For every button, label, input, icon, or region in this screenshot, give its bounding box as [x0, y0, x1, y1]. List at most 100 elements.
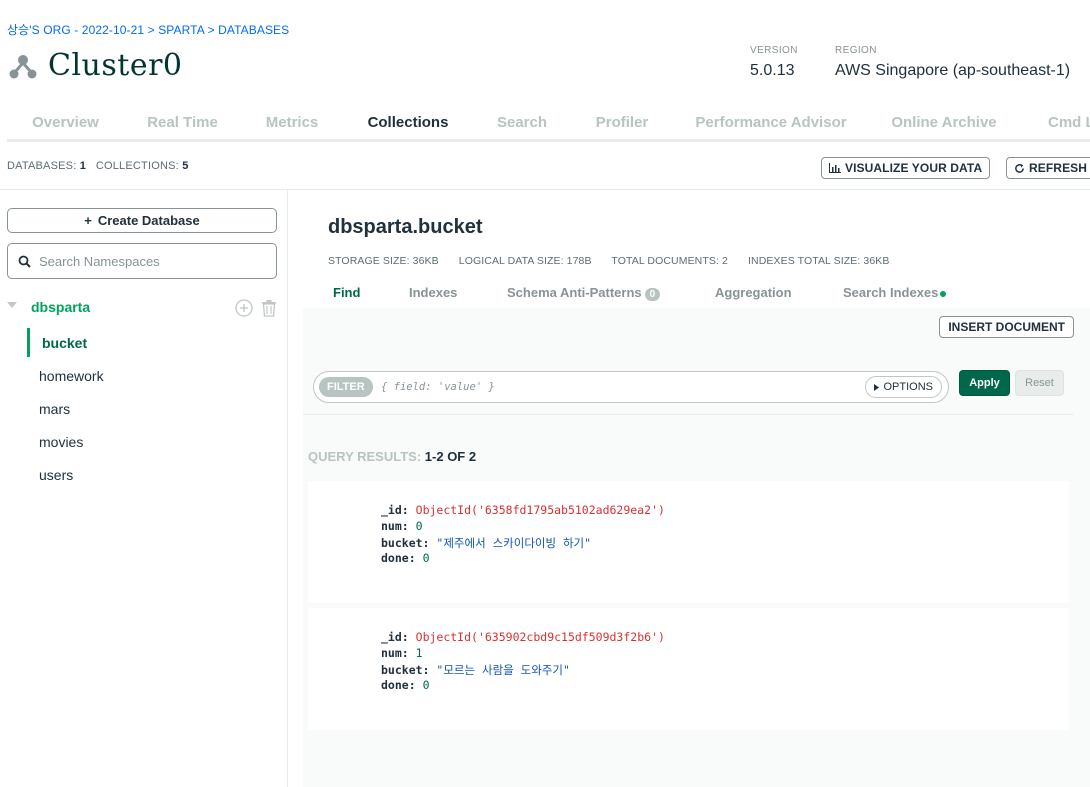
active-collection-indicator	[27, 328, 30, 357]
region-label: REGION	[835, 45, 877, 56]
storage-size: STORAGE SIZE: 36KB	[328, 255, 439, 267]
tab-cmd-line[interactable]: Cmd L	[1019, 108, 1090, 139]
options-label: OPTIONS	[883, 381, 933, 393]
plus-icon: +	[84, 213, 92, 228]
schema-count-badge: 0	[644, 288, 661, 301]
add-collection-icon[interactable]	[235, 299, 253, 317]
document-card[interactable]: _id: ObjectId('635902cbd9c15df509d3f2b6'…	[308, 608, 1069, 730]
breadcrumb-separator: >	[147, 23, 155, 37]
namespace-title: dbsparta.bucket	[328, 216, 483, 238]
tab-overview[interactable]: Overview	[7, 108, 124, 139]
field-key: num:	[381, 646, 409, 660]
database-row[interactable]: dbsparta	[0, 298, 288, 318]
namespace-stats: STORAGE SIZE: 36KB LOGICAL DATA SIZE: 17…	[328, 255, 906, 267]
query-results-count: QUERY RESULTS: 1-2 OF 2	[308, 449, 476, 464]
collection-item-bucket[interactable]: bucket	[42, 335, 87, 351]
collection-item-movies[interactable]: movies	[39, 434, 83, 450]
tab-profiler[interactable]: Profiler	[571, 108, 673, 139]
region-block: REGION AWS Singapore (ap-southeast-1)	[835, 45, 1070, 80]
tab-metrics[interactable]: Metrics	[241, 108, 343, 139]
tab-search[interactable]: Search	[473, 108, 571, 139]
visualize-data-label: VISUALIZE YOUR DATA	[845, 161, 983, 175]
options-button[interactable]: OPTIONS	[865, 376, 942, 398]
total-documents: TOTAL DOCUMENTS: 2	[611, 255, 728, 267]
version-block: VERSION 5.0.13	[750, 45, 798, 80]
tab-schema-label: Schema Anti-Patterns	[507, 285, 642, 300]
create-database-label: Create Database	[97, 213, 200, 228]
collection-item-homework[interactable]: homework	[39, 368, 104, 384]
collection-item-users[interactable]: users	[39, 467, 73, 483]
logical-data-size: LOGICAL DATA SIZE: 178B	[458, 255, 592, 267]
version-label: VERSION	[750, 45, 798, 56]
breadcrumb-project[interactable]: SPARTA	[158, 23, 204, 37]
document-card[interactable]: _id: ObjectId('6358fd1795ab5102ad629ea2'…	[308, 481, 1069, 603]
search-icon	[18, 255, 31, 268]
tab-real-time[interactable]: Real Time	[124, 108, 241, 139]
refresh-button[interactable]: REFRESH	[1006, 157, 1090, 179]
visualize-data-button[interactable]: VISUALIZE YOUR DATA	[821, 157, 991, 179]
version-value: 5.0.13	[750, 62, 795, 79]
field-key: done:	[381, 551, 416, 565]
field-key: _id:	[381, 503, 409, 517]
search-namespaces-input[interactable]	[39, 253, 259, 269]
divider	[303, 414, 1074, 415]
filter-label: FILTER	[319, 377, 373, 397]
field-key: bucket:	[381, 536, 430, 550]
apply-button[interactable]: Apply	[959, 370, 1010, 396]
tab-performance-advisor[interactable]: Performance Advisor	[673, 108, 869, 139]
field-value-number: 0	[415, 519, 423, 533]
refresh-icon	[1015, 163, 1024, 173]
caret-down-icon[interactable]	[7, 302, 17, 308]
cluster-icon	[9, 54, 37, 78]
trash-icon[interactable]	[261, 299, 277, 317]
field-value-string: "모르는 사람을 도와주기"	[436, 663, 570, 677]
query-results-range: 1-2 OF 2	[424, 449, 477, 464]
new-indicator-dot	[940, 290, 947, 297]
tab-online-archive[interactable]: Online Archive	[869, 108, 1019, 139]
field-key: num:	[381, 519, 409, 533]
breadcrumb: 상승'S ORG - 2022-10-21 > SPARTA > DATABAS…	[7, 21, 289, 38]
bar-chart-icon	[829, 163, 841, 173]
collection-main: dbsparta.bucket STORAGE SIZE: 36KB LOGIC…	[289, 190, 1090, 787]
query-area: INSERT DOCUMENT FILTER { field: 'value' …	[303, 308, 1090, 787]
db-stats: DATABASES: 1 COLLECTIONS: 5	[7, 160, 189, 172]
search-namespaces	[7, 243, 277, 279]
databases-count: 1	[79, 160, 87, 172]
field-value-number: 0	[422, 551, 430, 565]
field-value-number: 0	[422, 678, 430, 692]
breadcrumb-org[interactable]: 상승'S ORG - 2022-10-21	[7, 23, 144, 37]
indexes-total-size: INDEXES TOTAL SIZE: 36KB	[748, 255, 890, 267]
tab-search-indexes-label: Search Indexes	[843, 285, 939, 300]
query-results-label: QUERY RESULTS:	[308, 449, 422, 464]
breadcrumb-section[interactable]: DATABASES	[218, 23, 289, 37]
refresh-label: REFRESH	[1029, 161, 1088, 175]
cluster-header: Cluster0	[8, 48, 183, 83]
field-key: _id:	[381, 630, 409, 644]
filter-input[interactable]: { field: 'value' }	[381, 381, 495, 393]
collection-subtabs: Find Indexes Schema Anti-Patterns 0 Aggre…	[289, 285, 1090, 307]
tab-schema-anti-patterns[interactable]: Schema Anti-Patterns 0	[507, 285, 661, 301]
insert-document-button[interactable]: INSERT DOCUMENT	[939, 316, 1074, 338]
field-value-objectid: ObjectId('635902cbd9c15df509d3f2b6')	[415, 630, 665, 644]
collections-label: COLLECTIONS:	[95, 160, 179, 172]
create-database-button[interactable]: + Create Database	[7, 208, 277, 233]
region-value: AWS Singapore (ap-southeast-1)	[835, 62, 1071, 79]
cluster-tabs: Overview Real Time Metrics Collections S…	[7, 108, 1090, 142]
field-key: bucket:	[381, 663, 430, 677]
collection-item-mars[interactable]: mars	[39, 401, 70, 417]
collections-count: 5	[182, 160, 189, 172]
tab-indexes[interactable]: Indexes	[409, 285, 457, 300]
breadcrumb-separator: >	[207, 23, 215, 37]
reset-button[interactable]: Reset	[1015, 370, 1064, 396]
field-value-objectid: ObjectId('6358fd1795ab5102ad629ea2')	[415, 503, 665, 517]
tab-search-indexes[interactable]: Search Indexes	[843, 285, 947, 300]
namespace-sidebar: + Create Database dbsparta bucket homewo…	[0, 190, 288, 787]
caret-right-icon	[874, 383, 880, 391]
tab-collections[interactable]: Collections	[343, 108, 473, 139]
filter-bar: FILTER { field: 'value' } OPTIONS	[313, 371, 949, 403]
tab-aggregation[interactable]: Aggregation	[715, 285, 792, 300]
field-value-string: "제주에서 스카이다이빙 하기"	[436, 536, 592, 550]
field-value-number: 1	[415, 646, 423, 660]
tab-find[interactable]: Find	[333, 285, 360, 300]
database-name[interactable]: dbsparta	[31, 299, 90, 315]
